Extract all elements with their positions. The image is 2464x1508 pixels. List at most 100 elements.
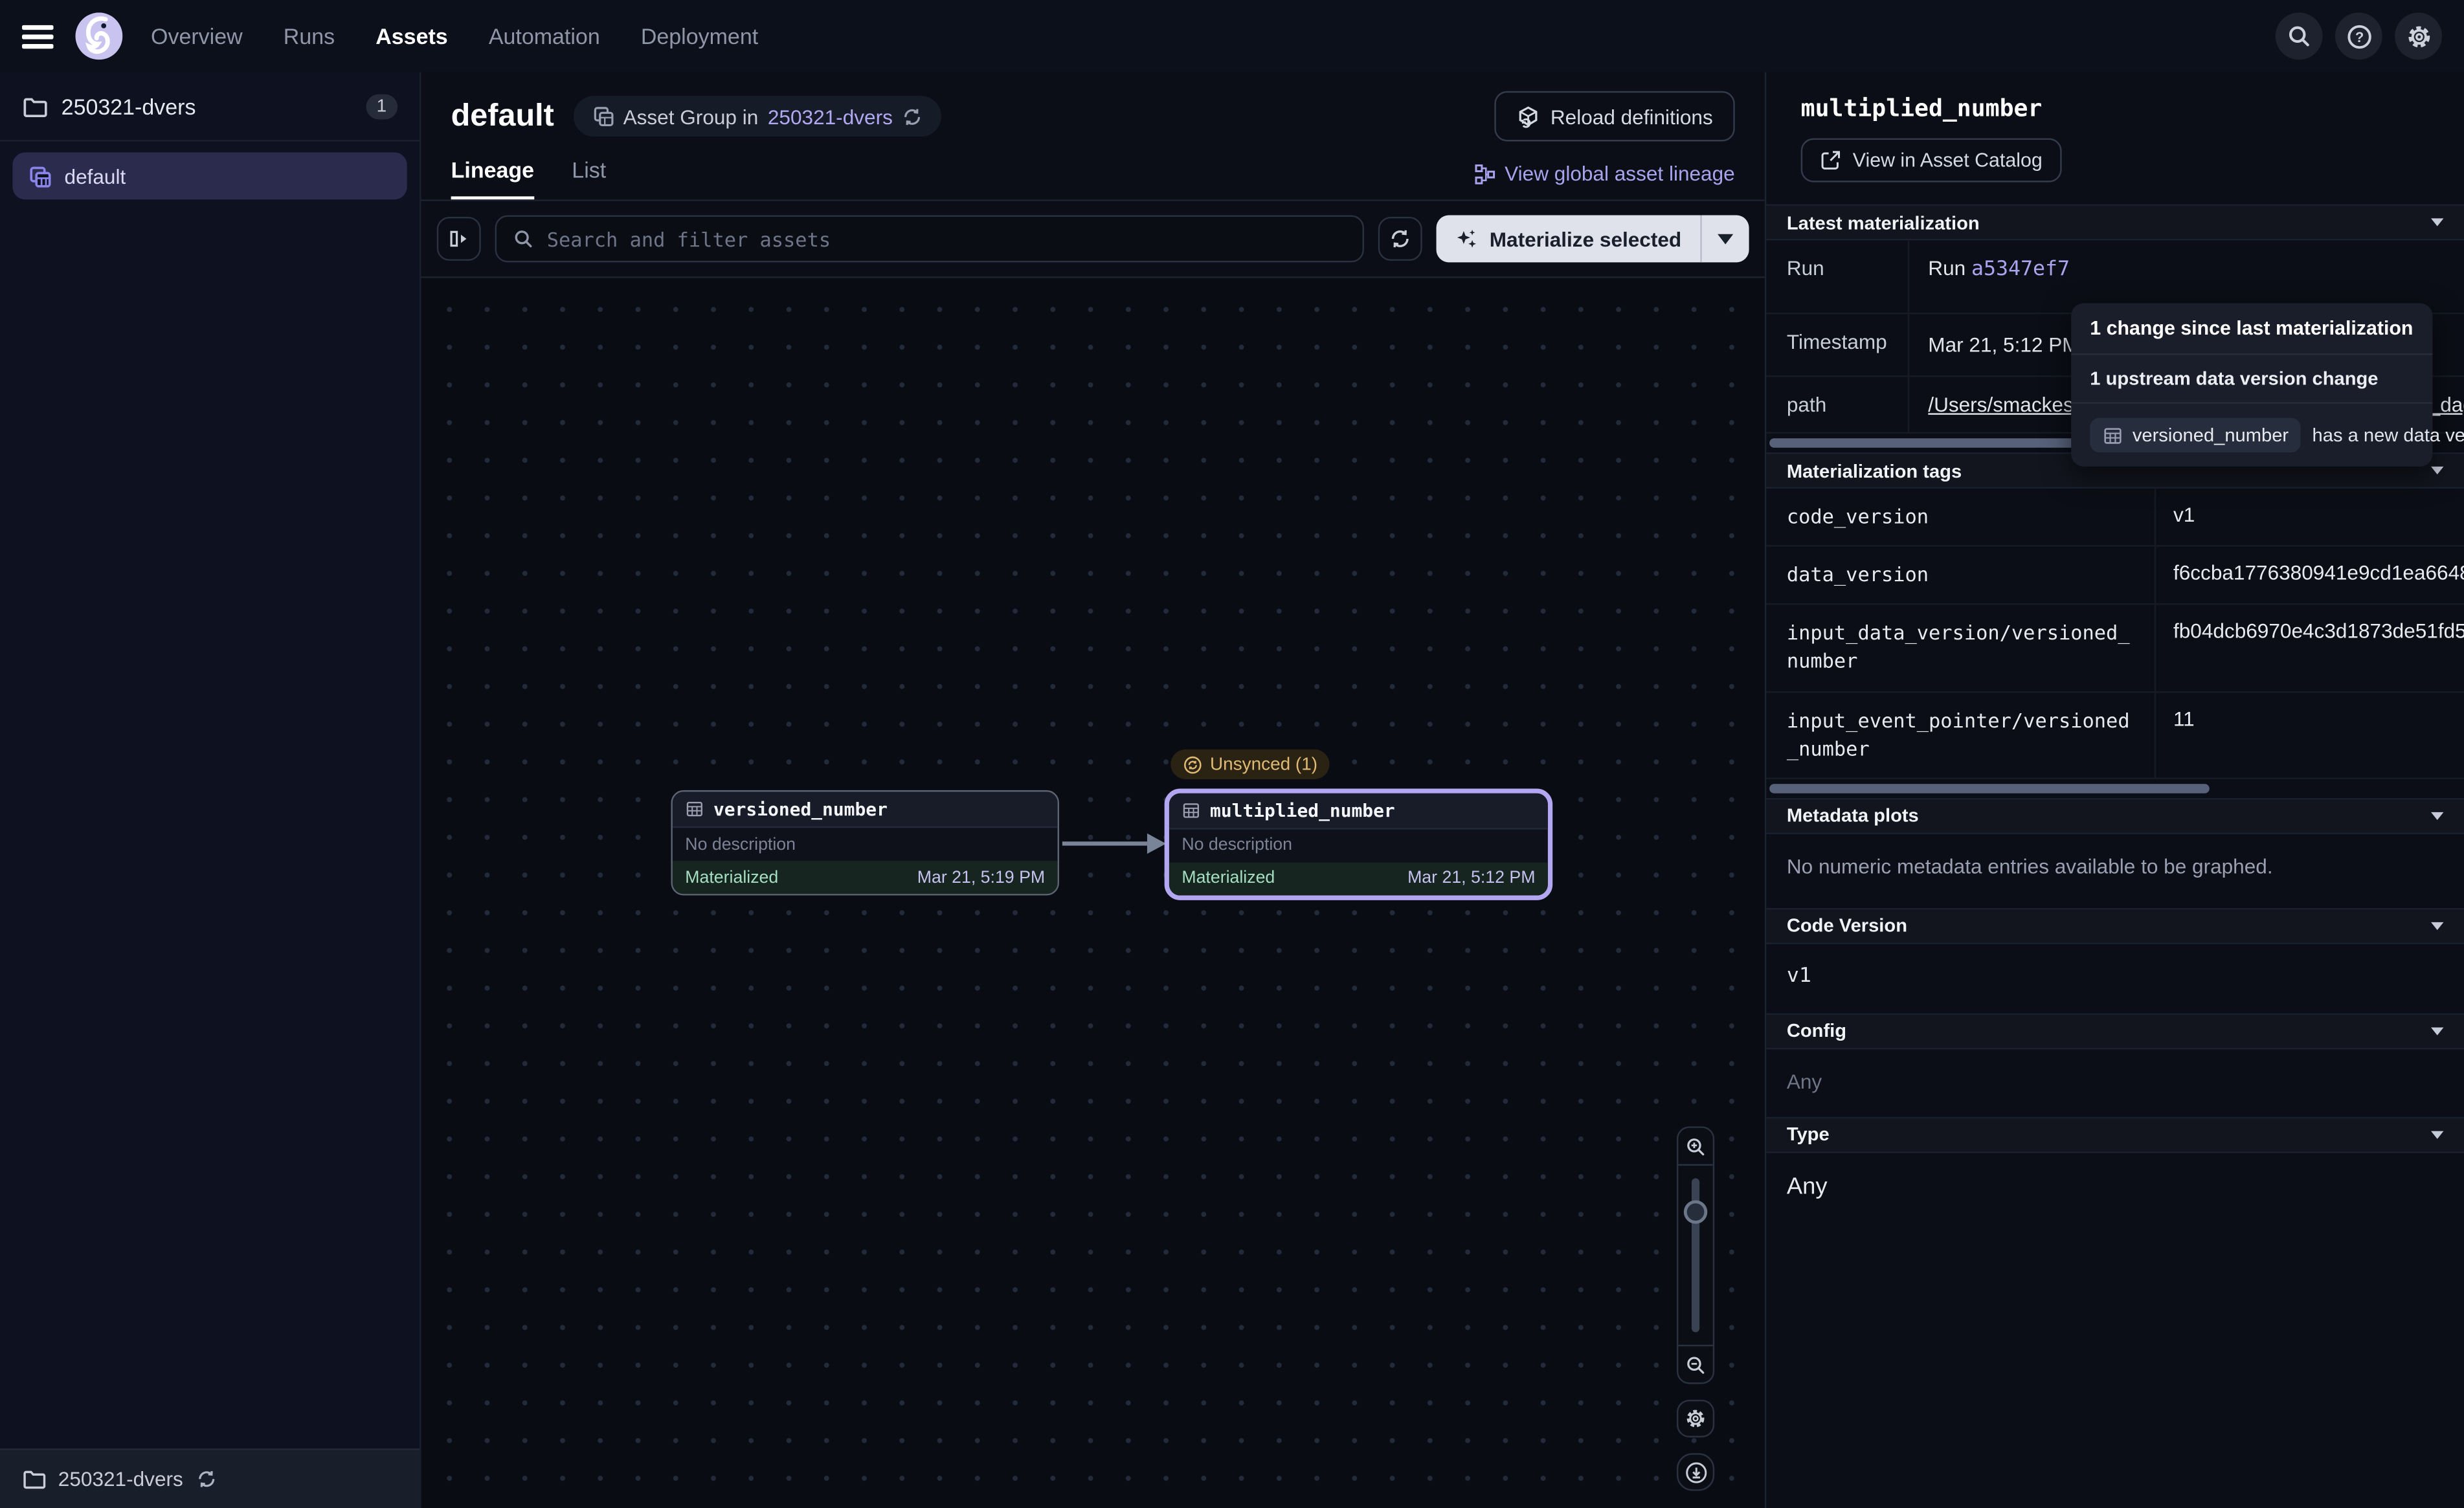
path-label: path — [1766, 377, 1907, 432]
run-value: Run a5347ef7 — [1908, 240, 2464, 313]
external-link-icon — [1820, 150, 1842, 172]
zoom-slider-knob[interactable] — [1684, 1200, 1707, 1223]
sidebar-group-name: 250321-dvers — [62, 93, 352, 118]
tab-list[interactable]: List — [572, 157, 606, 200]
asset-group-badge[interactable]: Asset Group in 250321-dvers — [573, 96, 941, 137]
page-title: default — [451, 98, 554, 135]
folder-icon — [22, 1467, 45, 1491]
top-nav-actions: ? — [2276, 12, 2442, 60]
zoom-out-button[interactable] — [1678, 1346, 1712, 1382]
asset-group-icon — [592, 105, 614, 128]
asset-node-versioned-number[interactable]: versioned_number No description Material… — [671, 790, 1059, 896]
section-type[interactable]: Type — [1766, 1116, 2464, 1153]
timestamp-text: Mar 21, 5:12 PM — [1928, 333, 2079, 357]
materialize-selected-button[interactable]: Materialize selected — [1436, 216, 1749, 263]
tabs: Lineage List View global asset lineage — [451, 157, 1735, 200]
nav-item-automation[interactable]: Automation — [489, 23, 600, 49]
download-icon — [1684, 1460, 1707, 1483]
tag-key: data_version — [1766, 547, 2155, 604]
code-version-value: v1 — [1766, 944, 2464, 1013]
search-button[interactable] — [2276, 12, 2323, 60]
canvas-controls — [1677, 1126, 1714, 1491]
help-button[interactable]: ? — [2335, 12, 2382, 60]
settings-button[interactable] — [2395, 12, 2442, 60]
tag-value: v1 — [2155, 489, 2464, 546]
section-code-version[interactable]: Code Version — [1766, 907, 2464, 944]
top-nav: Overview Runs Assets Automation Deployme… — [0, 0, 2464, 72]
collapse-chevron-icon[interactable] — [2431, 922, 2443, 929]
sidebar-footer[interactable]: 250321-dvers — [0, 1448, 420, 1508]
run-prefix: Run — [1928, 256, 1971, 280]
asset-node-description: No description — [673, 828, 1058, 861]
section-config[interactable]: Config — [1766, 1013, 2464, 1049]
nav-item-runs[interactable]: Runs — [284, 23, 335, 49]
sidebar-footer-name: 250321-dvers — [58, 1467, 183, 1491]
popover-subtitle: 1 upstream data version change — [2071, 355, 2432, 404]
asset-node-timestamp: Mar 21, 5:12 PM — [1407, 869, 1535, 887]
materialize-dropdown-button[interactable] — [1702, 233, 1749, 244]
sync-icon[interactable] — [902, 106, 923, 127]
horizontal-scrollbar[interactable] — [1769, 784, 2210, 793]
nav-item-deployment[interactable]: Deployment — [641, 23, 758, 49]
asset-search-box[interactable] — [495, 216, 1364, 263]
section-label: Code Version — [1787, 915, 2431, 937]
asset-node-description: No description — [1169, 828, 1548, 861]
reload-definitions-label: Reload definitions — [1551, 104, 1713, 128]
collapse-chevron-icon[interactable] — [2431, 1131, 2443, 1138]
view-global-asset-lineage-link[interactable]: View global asset lineage — [1473, 162, 1735, 199]
gear-icon — [1685, 1408, 1707, 1430]
nav-item-assets[interactable]: Assets — [375, 23, 447, 49]
unsynced-icon — [1183, 755, 1202, 773]
graph-settings-button[interactable] — [1677, 1400, 1714, 1437]
reload-definitions-button[interactable]: Reload definitions — [1494, 91, 1734, 142]
asset-node-name: multiplied_number — [1210, 799, 1395, 821]
sidebar-group-row[interactable]: 250321-dvers 1 — [0, 72, 420, 142]
zoom-slider[interactable] — [1678, 1164, 1712, 1347]
sync-icon[interactable] — [196, 1469, 216, 1490]
sparkles-icon — [1455, 227, 1478, 250]
nav-item-overview[interactable]: Overview — [151, 23, 243, 49]
dagster-logo-icon[interactable] — [76, 12, 123, 60]
search-icon — [512, 228, 534, 250]
section-metadata-plots[interactable]: Metadata plots — [1766, 797, 2464, 834]
panel-expand-icon — [448, 228, 470, 250]
sidebar-item-default[interactable]: default — [12, 152, 407, 199]
section-latest-materialization[interactable]: Latest materialization — [1766, 205, 2464, 241]
refresh-graph-button[interactable] — [1378, 217, 1422, 261]
lineage-graph-icon — [1473, 162, 1495, 184]
zoom-in-button[interactable] — [1678, 1128, 1712, 1164]
metadata-plots-empty-text: No numeric metadata entries available to… — [1766, 834, 2464, 907]
asset-node-multiplied-number[interactable]: multiplied_number No description Materia… — [1165, 788, 1553, 899]
collapse-chevron-icon[interactable] — [2431, 812, 2443, 819]
tag-row: input_data_version/versioned_number fb04… — [1766, 605, 2464, 692]
collapse-chevron-icon[interactable] — [2431, 218, 2443, 226]
search-input[interactable] — [547, 227, 1347, 250]
unsynced-badge[interactable]: Unsynced (1) — [1170, 749, 1330, 779]
collapse-chevron-icon[interactable] — [2431, 467, 2443, 474]
app-root: Overview Runs Assets Automation Deployme… — [0, 0, 2464, 1508]
tag-row: data_version f6ccba1776380941e9cd1ea6648… — [1766, 547, 2464, 605]
asset-node-timestamp: Mar 21, 5:19 PM — [917, 868, 1045, 887]
sidebar-group-count-badge: 1 — [366, 93, 398, 118]
nav-links: Overview Runs Assets Automation Deployme… — [151, 23, 758, 49]
view-in-asset-catalog-label: View in Asset Catalog — [1853, 150, 2043, 172]
upstream-asset-chip[interactable]: versioned_number — [2090, 418, 2301, 452]
asset-group-badge-link[interactable]: 250321-dvers — [768, 104, 893, 128]
reload-cube-icon — [1516, 104, 1539, 128]
main-area: default Asset Group in 250321-dvers Relo… — [421, 72, 1765, 1508]
tag-value: 11 — [2155, 692, 2464, 777]
lineage-canvas[interactable]: Unsynced (1) versioned_number No descrip… — [421, 278, 1765, 1508]
expand-panel-button[interactable] — [437, 217, 481, 261]
tab-lineage[interactable]: Lineage — [451, 157, 534, 200]
materialize-selected-label: Materialize selected — [1490, 227, 1681, 250]
hamburger-menu-icon[interactable] — [22, 25, 54, 48]
run-id-link[interactable]: a5347ef7 — [1971, 258, 2070, 281]
asset-details-panel: multiplied_number View in Asset Catalog … — [1765, 72, 2464, 1508]
view-in-asset-catalog-button[interactable]: View in Asset Catalog — [1801, 139, 2061, 183]
collapse-chevron-icon[interactable] — [2431, 1027, 2443, 1035]
table-icon — [2103, 425, 2123, 446]
gear-icon — [2405, 23, 2432, 49]
download-graph-button[interactable] — [1677, 1453, 1714, 1491]
page-header: default Asset Group in 250321-dvers Relo… — [421, 72, 1765, 200]
section-label: Type — [1787, 1124, 2431, 1146]
